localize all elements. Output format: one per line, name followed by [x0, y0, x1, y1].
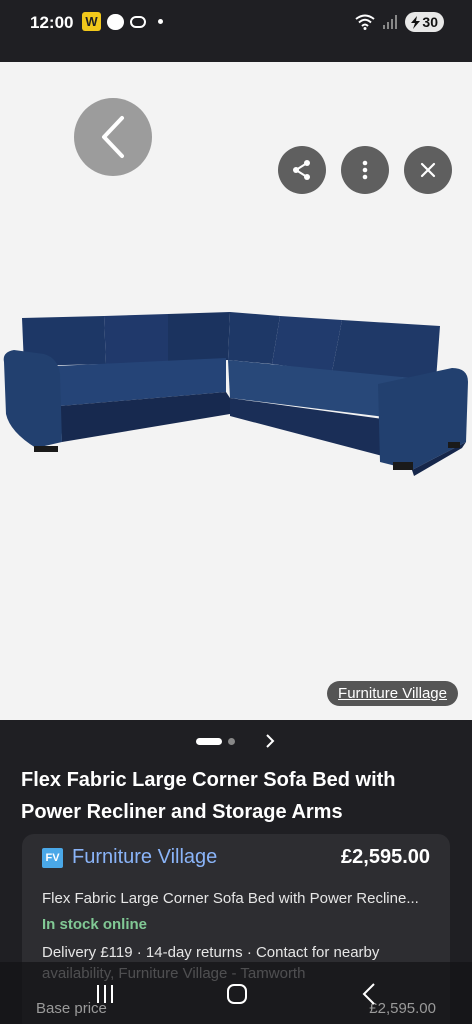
notification-icons: W [82, 12, 163, 31]
system-icons: 30 [355, 12, 444, 32]
store-logo: FV [42, 847, 63, 868]
stock-status: In stock online [42, 916, 148, 933]
wallet-notification-icon: W [82, 12, 101, 31]
chevron-right-icon[interactable] [263, 734, 277, 748]
home-icon [227, 984, 247, 1004]
close-icon [420, 162, 436, 178]
source-link[interactable]: Furniture Village [327, 681, 458, 706]
share-icon [293, 160, 310, 180]
more-vert-icon [362, 160, 368, 180]
pager-dot[interactable] [227, 737, 235, 745]
share-button[interactable] [278, 146, 326, 194]
recents-icon [97, 985, 113, 1003]
more-notifications-dot [158, 19, 163, 24]
close-button[interactable] [404, 146, 452, 194]
store-row: FV Furniture Village £2,595.00 [42, 846, 430, 869]
back-button[interactable] [74, 98, 152, 176]
store-name-link[interactable]: Furniture Village [72, 846, 341, 869]
pager-dot-active[interactable] [195, 737, 222, 745]
recents-button[interactable] [90, 980, 120, 1008]
chevron-left-icon [102, 116, 124, 158]
charging-bolt-icon [411, 15, 421, 29]
chat-notification-icon [107, 13, 124, 30]
home-button[interactable] [222, 980, 252, 1008]
system-back-button[interactable] [354, 980, 384, 1008]
signal-icon [383, 15, 398, 29]
battery-level: 30 [422, 14, 438, 30]
offer-price: £2,595.00 [341, 846, 430, 868]
more-options-button[interactable] [341, 146, 389, 194]
status-bar: 12:00 W 30 [0, 0, 472, 62]
product-image[interactable] [0, 302, 472, 532]
offer-description: Flex Fabric Large Corner Sofa Bed with P… [42, 890, 419, 907]
eye-notification-icon [130, 15, 146, 28]
back-arrow-icon [362, 983, 375, 1005]
battery-indicator: 30 [405, 12, 444, 32]
system-nav-bar: Base price £2,595.00 [0, 962, 472, 1024]
wifi-icon [355, 14, 376, 30]
image-pager [0, 734, 472, 748]
image-viewer: Furniture Village [0, 62, 472, 720]
product-title: Flex Fabric Large Corner Sofa Bed with P… [21, 769, 396, 823]
status-time: 12:00 [30, 13, 74, 32]
